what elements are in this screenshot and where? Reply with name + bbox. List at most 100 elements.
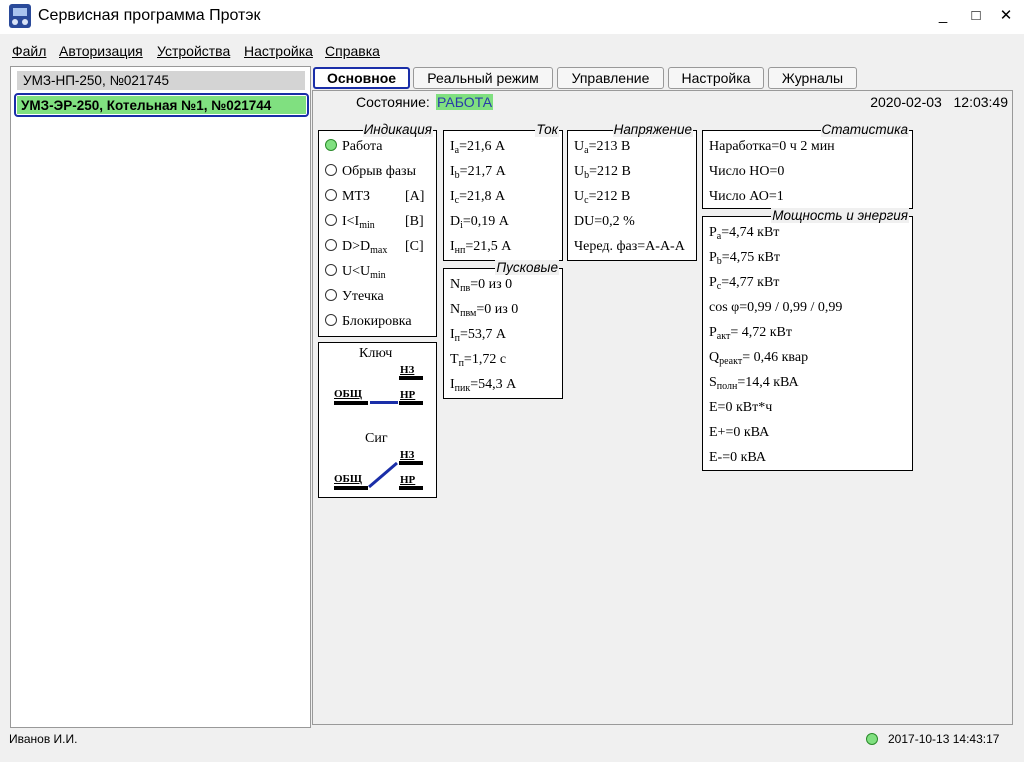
current-row-value: =21,7 А xyxy=(459,164,506,179)
current-row: Ib=21,7 А xyxy=(450,164,506,181)
voltage-row: Uc=212 В xyxy=(574,189,630,206)
indication-title: Индикация xyxy=(362,122,433,137)
power-title: Мощность и энергия xyxy=(771,208,909,223)
power-row-subscript: реакт xyxy=(719,356,743,367)
voltage-title: Напряжение xyxy=(612,122,693,137)
power-row-symbol: E+=0 кВА xyxy=(709,425,770,440)
footer-datetime: 2017-10-13 14:43:17 xyxy=(888,732,1000,746)
startup-row: Nпвм=0 из 0 xyxy=(450,302,518,319)
indication-group: Индикация Работа Обрыв фазы МТЗ [A] I<Imin [B… xyxy=(318,122,437,337)
key-common-contact xyxy=(334,401,368,405)
maximize-button[interactable]: □ xyxy=(966,6,986,26)
tab-settings[interactable]: Настройка xyxy=(668,67,764,89)
current-title: Ток xyxy=(535,122,559,137)
menu-help[interactable]: Справка xyxy=(325,43,380,59)
statistics-row: Число НО=0 xyxy=(709,164,785,179)
sig-switch-blade xyxy=(368,461,398,489)
indication-row: Блокировка xyxy=(325,314,412,330)
current-row-symbol: D xyxy=(450,214,461,229)
power-row-value: =4,75 кВт xyxy=(721,250,780,265)
power-row: Pc=4,77 кВт xyxy=(709,275,779,292)
power-row-symbol: Q xyxy=(709,350,720,365)
startup-row-value: =1,72 с xyxy=(463,352,507,367)
indication-text: Утечка xyxy=(342,289,384,304)
current-group: Ток Ia=21,6 А Ib=21,7 А Ic=21,8 А Di=0,19 А… xyxy=(443,122,563,261)
power-row: cos φ=0,99 / 0,99 / 0,99 xyxy=(709,300,842,316)
current-row-value: =21,6 А xyxy=(459,139,506,154)
indication-text: Работа xyxy=(342,139,383,154)
window-title: Сервисная программа Протэк xyxy=(38,7,261,24)
key-common-label: ОБЩ xyxy=(334,388,362,400)
tab-realtime[interactable]: Реальный режим xyxy=(413,67,553,89)
power-row: Pb=4,75 кВт xyxy=(709,250,780,267)
power-row-value: =4,74 кВт xyxy=(721,225,780,240)
tab-main[interactable]: Основное xyxy=(313,67,410,89)
radio-indicator-icon xyxy=(325,214,337,226)
menu-bar: Файл Авторизация Устройства Настройка Сп… xyxy=(0,40,1024,62)
indication-subscript: min xyxy=(370,270,386,281)
minimize-button[interactable]: _ xyxy=(933,6,953,26)
device-list: УМЗ-НП-250, №021745 УМЗ-ЭР-250, Котельна… xyxy=(10,66,311,728)
menu-authorization[interactable]: Авторизация xyxy=(59,43,143,59)
power-row-value: =4,77 кВт xyxy=(721,275,780,290)
power-row: Sполн=14,4 кВА xyxy=(709,375,799,392)
device-item-selected[interactable]: УМЗ-ЭР-250, Котельная №1, №021744 xyxy=(14,93,309,117)
indication-tag: [C] xyxy=(405,239,424,254)
statistics-title: Статистика xyxy=(820,122,909,137)
indication-subscript: max xyxy=(370,245,388,256)
voltage-row-symbol: U xyxy=(574,189,585,204)
power-row-value: = 0,46 квар xyxy=(742,350,809,365)
status-badge: РАБОТА xyxy=(436,94,494,110)
statistics-row: Число АО=1 xyxy=(709,189,784,204)
device-item[interactable]: УМЗ-НП-250, №021745 xyxy=(17,71,305,90)
radio-indicator-icon xyxy=(325,164,337,176)
relay-switches: Ключ НЗ ОБЩ НР Сиг НЗ ОБЩ НР xyxy=(318,342,437,498)
tab-control[interactable]: Управление xyxy=(557,67,664,89)
indication-subscript: min xyxy=(359,220,375,231)
voltage-group: Напряжение Ua=213 В Ub=212 В Uc=212 В DU=0,… xyxy=(567,122,697,261)
power-row-subscript: полн xyxy=(716,381,738,392)
main-panel: Состояние: РАБОТА 2020-02-03 12:03:49 Ин… xyxy=(312,90,1013,725)
radio-indicator-icon xyxy=(325,314,337,326)
startup-row: Nпв=0 из 0 xyxy=(450,277,512,294)
current-row: Ia=21,6 А xyxy=(450,139,505,156)
menu-settings[interactable]: Настройка xyxy=(244,43,313,59)
sig-nc-contact xyxy=(399,461,423,465)
key-switch-blade xyxy=(370,401,398,404)
current-row-subscript: нп xyxy=(454,245,466,256)
current-row: Di=0,19 А xyxy=(450,214,509,231)
startup-row-value: =53,7 А xyxy=(460,327,507,342)
menu-file[interactable]: Файл xyxy=(12,43,46,59)
sig-common-label: ОБЩ xyxy=(334,473,362,485)
voltage-row-value: =213 В xyxy=(588,139,631,154)
statistics-group: Статистика Наработка=0 ч 2 мин Число НО=0… xyxy=(702,122,913,209)
sig-common-contact xyxy=(334,486,368,490)
key-label: Ключ xyxy=(359,346,393,361)
app-icon xyxy=(9,4,31,28)
close-button[interactable]: ✕ xyxy=(996,6,1016,26)
indication-text: I<I xyxy=(342,214,360,229)
device-time: 12:03:49 xyxy=(953,94,1009,110)
power-row-value: = 4,72 кВт xyxy=(730,325,792,340)
tab-journals[interactable]: Журналы xyxy=(768,67,857,89)
voltage-row: DU=0,2 % xyxy=(574,214,635,230)
startup-row: Iпик=54,3 А xyxy=(450,377,516,394)
power-row-value: =14,4 кВА xyxy=(737,375,799,390)
statistics-row: Наработка=0 ч 2 мин xyxy=(709,139,835,154)
voltage-row-value: =0,2 % xyxy=(594,214,635,229)
current-row: Ic=21,8 А xyxy=(450,189,505,206)
indication-row: U<Umin xyxy=(325,264,386,281)
startup-row-symbol: N xyxy=(450,277,461,292)
startup-row-subscript: пв xyxy=(460,283,471,294)
power-row-symbol: cos φ=0,99 / 0,99 / 0,99 xyxy=(709,300,843,315)
startup-row-symbol: T xyxy=(450,352,459,367)
power-row-symbol: P xyxy=(709,250,717,265)
indication-row: Обрыв фазы xyxy=(325,164,416,180)
power-row: E+=0 кВА xyxy=(709,425,769,441)
connection-indicator-icon xyxy=(866,733,878,745)
sig-label: Сиг xyxy=(365,431,388,446)
power-row-symbol: P xyxy=(709,275,717,290)
current-row-value: =21,8 А xyxy=(459,189,506,204)
menu-devices[interactable]: Устройства xyxy=(157,43,230,59)
sig-no-contact xyxy=(399,486,423,490)
